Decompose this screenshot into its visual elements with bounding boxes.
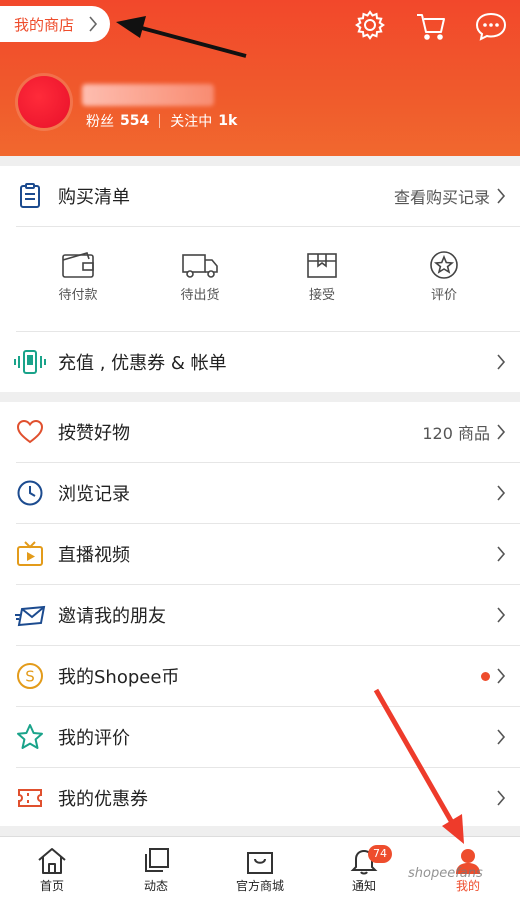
clipboard-icon: [20, 183, 40, 208]
profile-stats: 粉丝 554 关注中 1k: [86, 111, 237, 131]
menu-my-ratings[interactable]: 我的评价: [0, 707, 520, 767]
chevron-right-icon: [497, 188, 506, 204]
cart-icon[interactable]: [414, 8, 448, 42]
feed-icon: [145, 848, 169, 872]
status-to-pay[interactable]: 待付款: [38, 250, 118, 303]
status-to-ship[interactable]: 待出货: [160, 250, 240, 303]
watermark: shopeefans: [408, 866, 483, 881]
tab-mall[interactable]: 官方商城: [208, 837, 312, 899]
topup-label: 充值 , 优惠券 & 帐单: [58, 353, 227, 374]
following-count[interactable]: 1k: [218, 113, 237, 129]
menu-my-vouchers[interactable]: 我的优惠券: [0, 768, 520, 828]
menu-invite-friends[interactable]: 邀请我的朋友: [0, 585, 520, 645]
ticket-icon: [18, 789, 42, 807]
tab-label: 动态: [143, 879, 168, 893]
chevron-right-icon: [497, 546, 506, 562]
topup-row[interactable]: 充值 , 优惠券 & 帐单: [0, 332, 520, 392]
purchase-list-title: 购买清单: [58, 187, 130, 208]
mall-bag-icon: [247, 852, 273, 874]
purchase-list-row[interactable]: 购买清单 查看购买记录: [0, 166, 520, 226]
tab-notifications[interactable]: 74 通知: [312, 837, 416, 899]
menu-label: 按赞好物: [58, 423, 130, 444]
coin-icon: S: [17, 663, 43, 689]
mail-icon: [15, 605, 46, 627]
chevron-right-icon: [497, 668, 506, 684]
status-to-rate[interactable]: 评价: [404, 250, 484, 303]
menu-label: 邀请我的朋友: [58, 606, 166, 627]
menu-label: 我的评价: [58, 728, 130, 749]
clock-icon: [17, 480, 43, 506]
truck-icon: [182, 254, 218, 278]
tv-icon: [17, 541, 43, 566]
notification-badge: 74: [368, 845, 392, 863]
chevron-right-icon: [497, 790, 506, 806]
star-circle-icon: [430, 251, 458, 279]
chevron-right-icon: [497, 729, 506, 745]
menu-shopee-coins[interactable]: S 我的Shopee币: [0, 646, 520, 706]
divider: [16, 226, 520, 227]
heart-icon: [16, 419, 44, 444]
status-to-receive[interactable]: 接受: [282, 250, 362, 303]
my-shop-button[interactable]: 我的商店: [0, 6, 110, 42]
chevron-right-icon: [497, 354, 506, 370]
status-label: 评价: [430, 288, 457, 303]
gear-icon[interactable]: [353, 8, 387, 42]
chat-icon[interactable]: [474, 8, 508, 42]
avatar[interactable]: [18, 76, 70, 128]
tab-label: 通知: [351, 879, 376, 893]
username-redacted: [82, 84, 214, 106]
tab-feed[interactable]: 动态: [104, 837, 208, 899]
wallet-icon: [62, 252, 94, 278]
stats-divider: [159, 114, 161, 128]
status-label: 待付款: [58, 288, 98, 303]
home-icon: [38, 848, 66, 874]
tab-home[interactable]: 首页: [0, 837, 104, 899]
following-label[interactable]: 关注中: [170, 111, 212, 131]
box-icon: [307, 253, 337, 278]
followers-count[interactable]: 554: [120, 113, 149, 129]
chevron-right-icon: [497, 607, 506, 623]
chevron-right-icon: [497, 424, 506, 440]
chevron-right-icon: [89, 16, 98, 32]
notification-dot: [481, 672, 490, 681]
phone-vibrate-icon: [14, 350, 46, 374]
menu-label: 浏览记录: [58, 484, 130, 505]
tab-label: 官方商城: [235, 879, 284, 893]
svg-text:S: S: [25, 668, 35, 686]
followers-label[interactable]: 粉丝: [86, 111, 114, 131]
menu-browsing-history[interactable]: 浏览记录: [0, 463, 520, 523]
status-label: 接受: [308, 288, 335, 303]
menu-label: 我的Shopee币: [58, 667, 180, 688]
menu-liked-items[interactable]: 按赞好物 120 商品: [0, 402, 520, 462]
menu-label: 我的优惠券: [58, 789, 148, 810]
view-purchase-history[interactable]: 查看购买记录: [394, 184, 490, 208]
profile-header: 我的商店 粉丝 554 关注中 1k: [0, 0, 520, 156]
my-shop-label: 我的商店: [14, 15, 75, 34]
menu-live-video[interactable]: 直播视频: [0, 524, 520, 584]
liked-count: 120 商品: [422, 424, 490, 443]
status-label: 待出货: [180, 288, 220, 303]
star-outline-icon: [17, 724, 43, 749]
tab-label: 首页: [39, 879, 64, 893]
menu-label: 直播视频: [58, 545, 130, 566]
chevron-right-icon: [497, 485, 506, 501]
